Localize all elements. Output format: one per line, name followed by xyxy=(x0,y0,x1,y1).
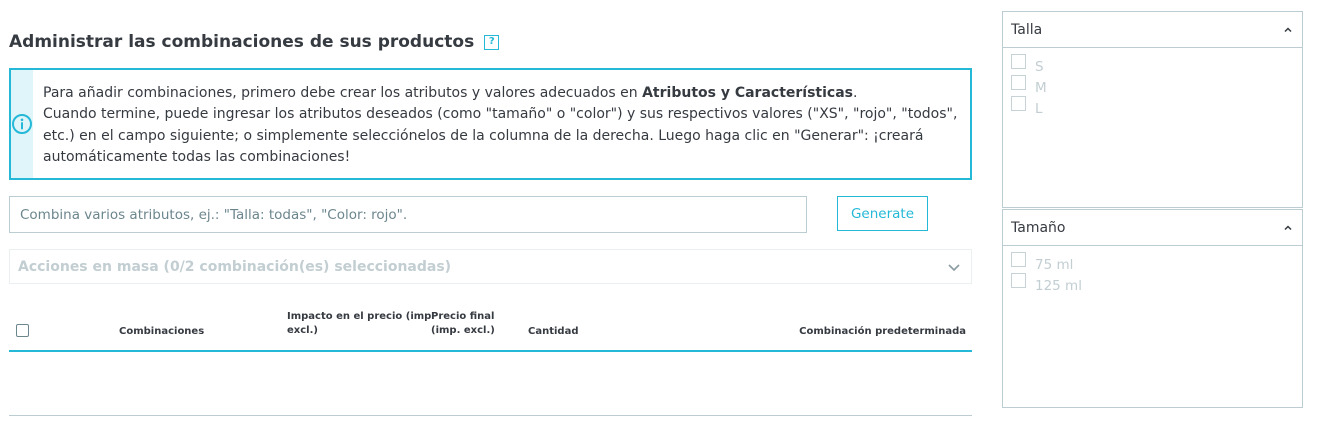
attribute-value-option[interactable]: 75 ml xyxy=(1011,252,1302,273)
column-price-impact: Impacto en el precio (imp excl.) xyxy=(287,310,431,338)
attributes-link[interactable]: Atributos y Características xyxy=(642,85,853,101)
attribute-value-option[interactable]: 125 ml xyxy=(1011,273,1302,294)
value-label: L xyxy=(1035,100,1043,117)
value-label: M xyxy=(1035,79,1047,96)
page-title: Administrar las combinaciones de sus pro… xyxy=(9,32,500,52)
combinations-table-header: Combinaciones Impacto en el precio (imp … xyxy=(9,305,972,352)
value-checkbox[interactable] xyxy=(1011,273,1026,288)
attribute-values-list: S M L xyxy=(1003,48,1302,117)
alert-message: Para añadir combinaciones, primero debe … xyxy=(33,70,970,178)
value-checkbox[interactable] xyxy=(1011,252,1026,267)
info-circle-icon xyxy=(12,114,32,134)
alert-line2: Cuando termine, puede ingresar los atrib… xyxy=(43,106,958,165)
bulk-actions-toggle[interactable]: Acciones en masa (0/2 combinación(es) se… xyxy=(9,249,972,284)
value-checkbox[interactable] xyxy=(1011,96,1026,111)
generate-button[interactable]: Generate xyxy=(837,196,928,231)
page-title-text: Administrar las combinaciones de sus pro… xyxy=(9,32,475,52)
value-checkbox[interactable] xyxy=(1011,75,1026,90)
attribute-values-list: 75 ml 125 ml xyxy=(1003,246,1302,294)
column-combinations: Combinaciones xyxy=(119,326,205,337)
column-price-impact-line1: Impacto en el precio (imp xyxy=(287,311,432,322)
column-final-price-line2: (imp. excl.) xyxy=(431,325,495,336)
attribute-value-option[interactable]: L xyxy=(1011,96,1302,117)
alert-line1-suffix: . xyxy=(853,85,858,101)
help-icon[interactable]: ? xyxy=(484,34,500,50)
value-label: S xyxy=(1035,58,1044,75)
chevron-up-icon[interactable] xyxy=(1282,24,1294,36)
attribute-panel-talla: Talla S M L xyxy=(1002,11,1303,208)
value-checkbox[interactable] xyxy=(1011,54,1026,69)
alert-icon-area xyxy=(11,70,33,178)
select-all-checkbox[interactable] xyxy=(16,324,29,337)
combine-attributes-input[interactable] xyxy=(9,196,807,233)
value-label: 125 ml xyxy=(1035,277,1082,294)
value-label: 75 ml xyxy=(1035,256,1074,273)
attribute-value-option[interactable]: M xyxy=(1011,75,1302,96)
attribute-panel-header[interactable]: Tamaño xyxy=(1003,210,1302,246)
column-default: Combinación predeterminada xyxy=(799,326,966,337)
column-final-price: Precio final (imp. excl.) xyxy=(431,310,495,338)
attribute-panel-tamano: Tamaño 75 ml 125 ml xyxy=(1002,209,1303,408)
info-alert: Para añadir combinaciones, primero debe … xyxy=(9,68,972,180)
alert-line1-prefix: Para añadir combinaciones, primero debe … xyxy=(43,85,643,101)
column-quantity: Cantidad xyxy=(528,326,579,337)
attribute-value-option[interactable]: S xyxy=(1011,54,1302,75)
attribute-panel-title: Tamaño xyxy=(1011,219,1066,236)
chevron-up-icon[interactable] xyxy=(1282,222,1294,234)
column-price-impact-line2: excl.) xyxy=(287,325,318,336)
attribute-panel-header[interactable]: Talla xyxy=(1003,12,1302,48)
table-divider xyxy=(9,415,972,416)
attribute-panel-title: Talla xyxy=(1011,21,1043,38)
column-final-price-line1: Precio final xyxy=(431,311,495,322)
chevron-down-icon xyxy=(948,263,960,271)
bulk-actions-label: Acciones en masa (0/2 combinación(es) se… xyxy=(18,258,452,275)
